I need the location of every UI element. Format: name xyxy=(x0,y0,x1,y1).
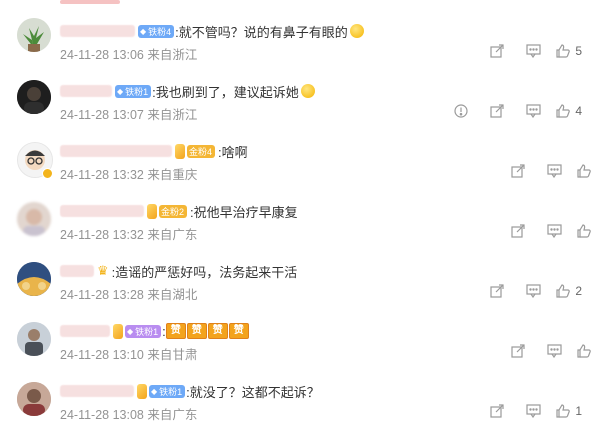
diamond-icon: ◆ xyxy=(127,326,134,336)
like-icon[interactable] xyxy=(555,403,571,419)
like-count: 4 xyxy=(575,104,582,118)
gold-fan-icon xyxy=(137,383,147,399)
like-count: 2 xyxy=(575,284,582,298)
report-icon[interactable] xyxy=(453,103,469,119)
comment-text: :就没了？这都不起诉？ xyxy=(186,384,320,400)
username-redacted[interactable] xyxy=(60,85,112,97)
comment-location: 来自浙江 xyxy=(147,108,198,122)
comment-timestamp: 24-11-28 13:32 xyxy=(60,228,144,242)
comment-timestamp: 24-11-28 13:28 xyxy=(60,288,144,302)
comment-icon[interactable] xyxy=(546,343,562,359)
comment-icon[interactable] xyxy=(546,163,562,179)
diamond-icon: ◆ xyxy=(140,26,147,36)
username-redacted[interactable] xyxy=(60,385,134,397)
badge-label: 金粉4 xyxy=(189,146,213,157)
comment-icon[interactable] xyxy=(546,223,562,239)
username-redacted-strip xyxy=(60,0,120,4)
comment-item: ◆ 铁粉1 : 赞 赞 赞 赞 24-11-28 13:10 来自甘肃 xyxy=(0,308,600,368)
gold-fan-icon xyxy=(175,143,185,159)
laughing-tears-emoji-icon xyxy=(300,84,315,98)
like-icon[interactable] xyxy=(555,43,571,59)
share-icon[interactable] xyxy=(510,223,526,239)
like-icon[interactable] xyxy=(555,283,571,299)
fan-badge: 金粉2 xyxy=(159,204,188,218)
username-redacted[interactable] xyxy=(60,325,110,337)
avatar[interactable] xyxy=(17,382,51,416)
gold-fan-icon xyxy=(113,323,123,339)
badge-label: 铁粉1 xyxy=(135,326,159,337)
avatar[interactable] xyxy=(17,80,51,114)
comment-icon[interactable] xyxy=(525,403,541,419)
like-icon[interactable] xyxy=(555,103,571,119)
comment-icon[interactable] xyxy=(525,283,541,299)
badge-label: 金粉2 xyxy=(161,206,185,217)
like-count: 1 xyxy=(575,404,582,418)
comment-icon[interactable] xyxy=(525,43,541,59)
fan-badge: ◆ 铁粉1 xyxy=(125,324,162,338)
share-icon[interactable] xyxy=(489,103,505,119)
comment-item: ◆ 铁粉1 :就没了？这都不起诉？ 24-11-28 13:08 来自广东 1 xyxy=(0,368,600,428)
comment-location: 来自广东 xyxy=(147,408,198,422)
comment-item: ◆ 铁粉1 :我也刷到了，建议起诉她 24-11-28 13:07 来自浙江 4 xyxy=(0,68,600,128)
comment-item: 金粉4 :啥啊 24-11-28 13:32 来自重庆 xyxy=(0,128,600,188)
badge-label: 铁粉1 xyxy=(125,86,149,97)
share-icon[interactable] xyxy=(510,343,526,359)
badge-label: 铁粉1 xyxy=(159,386,183,397)
comment-text: :我也刷到了，建议起诉她 xyxy=(152,84,299,100)
comment-timestamp: 24-11-28 13:07 xyxy=(60,108,144,122)
share-icon[interactable] xyxy=(489,283,505,299)
fan-badge: ◆ 铁粉1 xyxy=(149,384,186,398)
avatar[interactable] xyxy=(17,202,51,236)
diamond-icon: ◆ xyxy=(151,386,158,396)
username-redacted[interactable] xyxy=(60,25,135,37)
username-redacted[interactable] xyxy=(60,265,94,277)
avatar[interactable] xyxy=(17,262,51,296)
comment-timestamp: 24-11-28 13:10 xyxy=(60,348,144,362)
share-icon[interactable] xyxy=(489,403,505,419)
comment-location: 来自重庆 xyxy=(147,168,198,182)
comment-text: :造谣的严惩好吗，法务起来干活 xyxy=(111,264,298,280)
diamond-icon: ◆ xyxy=(117,86,124,96)
comment-timestamp: 24-11-28 13:08 xyxy=(60,408,144,422)
fan-badge: ◆ 铁粉4 xyxy=(138,24,175,38)
comment-item: 金粉2 :祝他早治疗早康复 24-11-28 13:32 来自广东 xyxy=(0,188,600,248)
like-icon[interactable] xyxy=(576,163,592,179)
share-icon[interactable] xyxy=(510,163,526,179)
username-redacted[interactable] xyxy=(60,145,172,157)
comment-timestamp: 24-11-28 13:06 xyxy=(60,48,144,62)
comment-text: :祝他早治疗早康复 xyxy=(190,204,298,220)
share-icon[interactable] xyxy=(489,43,505,59)
comment-location: 来自浙江 xyxy=(147,48,198,62)
like-sticker-icon: 赞 xyxy=(186,323,207,339)
username-redacted[interactable] xyxy=(60,205,144,217)
comment-text: :啥啊 xyxy=(218,144,248,160)
like-sticker-icon: 赞 xyxy=(207,323,228,339)
verified-badge-icon xyxy=(42,168,53,179)
crown-icon: ♛ xyxy=(97,263,109,278)
gold-fan-icon xyxy=(147,203,157,219)
like-sticker-icon: 赞 xyxy=(228,323,249,339)
like-icon[interactable] xyxy=(576,223,592,239)
badge-label: 铁粉4 xyxy=(148,26,172,37)
comment-text: :就不管吗？说的有鼻子有眼的 xyxy=(175,24,348,40)
like-count: 5 xyxy=(575,44,582,58)
comment-location: 来自甘肃 xyxy=(147,348,198,362)
avatar[interactable] xyxy=(17,18,51,52)
comment-location: 来自广东 xyxy=(147,228,198,242)
comment-timestamp: 24-11-28 13:32 xyxy=(60,168,144,182)
fan-badge: 金粉4 xyxy=(187,144,216,158)
laughing-tears-emoji-icon xyxy=(349,24,364,38)
like-icon[interactable] xyxy=(576,343,592,359)
comment-item: ♛ :造谣的严惩好吗，法务起来干活 24-11-28 13:28 来自湖北 2 xyxy=(0,248,600,308)
like-sticker-icon: 赞 xyxy=(165,323,186,339)
fan-badge: ◆ 铁粉1 xyxy=(115,84,152,98)
comment-icon[interactable] xyxy=(525,103,541,119)
comment-location: 来自湖北 xyxy=(147,288,198,302)
comment-item: ◆ 铁粉4 :就不管吗？说的有鼻子有眼的 24-11-28 13:06 来自浙江… xyxy=(0,8,600,68)
avatar[interactable] xyxy=(17,322,51,356)
